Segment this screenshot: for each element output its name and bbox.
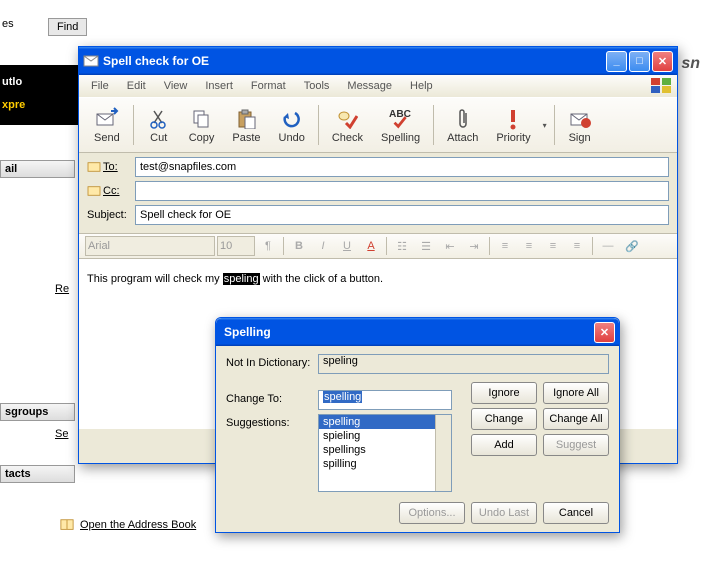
spelling-dialog: Spelling ✕ Not In Dictionary: speling Ch… xyxy=(215,317,620,533)
menu-format[interactable]: Format xyxy=(243,78,294,94)
menu-help[interactable]: Help xyxy=(402,78,441,94)
suggestions-label: Suggestions: xyxy=(226,414,318,429)
outdent-button[interactable]: ⇤ xyxy=(439,235,461,257)
subject-label: Subject: xyxy=(87,209,135,221)
change-button[interactable]: Change xyxy=(471,408,537,430)
ignoreall-button[interactable]: Ignore All xyxy=(543,382,609,404)
menubar: File Edit View Insert Format Tools Messa… xyxy=(79,75,677,97)
menu-tools[interactable]: Tools xyxy=(296,78,338,94)
misspelled-word: speling xyxy=(223,273,260,285)
menu-insert[interactable]: Insert xyxy=(197,78,241,94)
dialog-title: Spelling xyxy=(220,325,594,339)
priority-button[interactable]: Priority xyxy=(487,104,539,147)
ignore-button[interactable]: Ignore xyxy=(471,382,537,404)
suggestion-item[interactable]: spilling xyxy=(319,457,451,471)
bullet-list-button[interactable]: ☰ xyxy=(415,235,437,257)
body-text: This program will check my xyxy=(87,273,223,285)
body-text: with the click of a button. xyxy=(260,273,384,285)
cut-button[interactable]: Cut xyxy=(138,104,180,147)
dialog-titlebar[interactable]: Spelling ✕ xyxy=(216,318,619,346)
suggestion-item[interactable]: spellings xyxy=(319,443,451,457)
menu-file[interactable]: File xyxy=(83,78,117,94)
bold-button[interactable]: B xyxy=(288,235,310,257)
changeall-button[interactable]: Change All xyxy=(543,408,609,430)
subject-field[interactable] xyxy=(135,205,669,225)
align-center-button[interactable]: ≡ xyxy=(518,235,540,257)
toolbar: Send Cut Copy Paste Undo Check ABCSpelli… xyxy=(79,97,677,153)
paste-button[interactable]: Paste xyxy=(223,104,269,147)
close-button[interactable]: ✕ xyxy=(652,51,673,72)
suggestions-listbox[interactable]: spelling spieling spellings spilling xyxy=(318,414,452,492)
copy-button[interactable]: Copy xyxy=(180,104,224,147)
window-title: Spell check for OE xyxy=(103,54,606,68)
changeto-label: Change To: xyxy=(226,390,318,405)
addressbook-icon xyxy=(60,518,74,532)
justify-button[interactable]: ≡ xyxy=(566,235,588,257)
align-right-button[interactable]: ≡ xyxy=(542,235,564,257)
menu-view[interactable]: View xyxy=(156,78,196,94)
titlebar[interactable]: Spell check for OE _ □ ✕ xyxy=(79,47,677,75)
app-icon xyxy=(83,53,99,69)
cc-field[interactable] xyxy=(135,181,669,201)
link-button[interactable]: 🔗 xyxy=(621,235,643,257)
priority-dropdown[interactable]: ▾ xyxy=(540,105,550,145)
paragraph-style-button[interactable]: ¶ xyxy=(257,235,279,257)
options-button[interactable]: Options... xyxy=(399,502,465,524)
outlook-logo: utloxpre xyxy=(0,65,78,125)
minimize-button[interactable]: _ xyxy=(606,51,627,72)
italic-button[interactable]: I xyxy=(312,235,334,257)
font-name-select[interactable] xyxy=(85,236,215,256)
svg-text:ABC: ABC xyxy=(389,109,412,120)
dialog-close-button[interactable]: ✕ xyxy=(594,322,615,343)
add-button[interactable]: Add xyxy=(471,434,537,456)
indent-button[interactable]: ⇥ xyxy=(463,235,485,257)
menu-edit[interactable]: Edit xyxy=(119,78,154,94)
undo-button[interactable]: Undo xyxy=(270,104,314,147)
bg-menu-item[interactable]: es xyxy=(2,18,14,30)
to-label[interactable]: To: xyxy=(87,161,135,173)
send-button[interactable]: Send xyxy=(85,104,129,147)
sidebar-header-newsgroups: sgroups xyxy=(0,403,75,421)
bg-find-menu[interactable]: Find xyxy=(48,18,87,36)
undolast-button[interactable]: Undo Last xyxy=(471,502,537,524)
attach-button[interactable]: Attach xyxy=(438,104,487,147)
font-color-button[interactable]: A xyxy=(360,235,382,257)
cc-label[interactable]: Cc: xyxy=(87,185,135,197)
sidebar-header-mail: ail xyxy=(0,160,75,178)
open-addressbook-link[interactable]: Open the Address Book xyxy=(80,519,196,531)
number-list-button[interactable]: ☷ xyxy=(391,235,413,257)
underline-button[interactable]: U xyxy=(336,235,358,257)
notindict-label: Not In Dictionary: xyxy=(226,354,318,369)
bg-link[interactable]: Re xyxy=(55,283,69,295)
suggestion-item[interactable]: spieling xyxy=(319,429,451,443)
suggest-button[interactable]: Suggest xyxy=(543,434,609,456)
sign-button[interactable]: Sign xyxy=(559,104,601,147)
font-size-select[interactable] xyxy=(217,236,255,256)
sidebar-header-contacts: tacts xyxy=(0,465,75,483)
format-toolbar: ¶ B I U A ☷ ☰ ⇤ ⇥ ≡ ≡ ≡ ≡ — 🔗 xyxy=(79,233,677,259)
message-headers: To: Cc: Subject: xyxy=(79,153,677,233)
to-field[interactable] xyxy=(135,157,669,177)
spelling-button[interactable]: ABCSpelling xyxy=(372,104,429,147)
cancel-button[interactable]: Cancel xyxy=(543,502,609,524)
windows-flag-icon xyxy=(651,78,673,94)
maximize-button[interactable]: □ xyxy=(629,51,650,72)
menu-message[interactable]: Message xyxy=(339,78,400,94)
msn-logo-fragment: sn xyxy=(681,55,700,73)
changeto-field[interactable]: spelling xyxy=(318,390,452,410)
check-button[interactable]: Check xyxy=(323,104,372,147)
bg-link[interactable]: Se xyxy=(55,428,68,440)
scrollbar[interactable] xyxy=(435,415,451,491)
suggestion-item[interactable]: spelling xyxy=(319,415,451,429)
notindict-field: speling xyxy=(318,354,609,374)
align-left-button[interactable]: ≡ xyxy=(494,235,516,257)
hr-button[interactable]: — xyxy=(597,235,619,257)
